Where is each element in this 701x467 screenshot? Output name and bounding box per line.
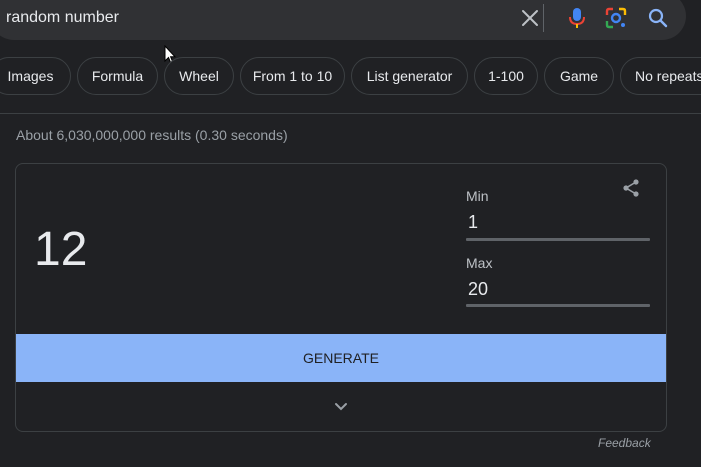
chip-formula[interactable]: Formula xyxy=(77,57,158,95)
divider xyxy=(0,113,701,114)
max-input[interactable]: 20 xyxy=(468,279,648,300)
search-divider xyxy=(543,4,544,32)
mic-icon[interactable] xyxy=(565,6,589,30)
min-underline xyxy=(466,238,650,241)
search-icon[interactable] xyxy=(646,6,670,30)
share-icon[interactable] xyxy=(619,176,643,200)
search-query[interactable]: random number xyxy=(6,9,119,27)
max-underline xyxy=(466,304,650,307)
search-bar[interactable]: random number xyxy=(0,0,686,40)
chip-wheel[interactable]: Wheel xyxy=(164,57,234,95)
min-input[interactable]: 1 xyxy=(468,212,648,233)
chip-images[interactable]: Images xyxy=(0,57,71,95)
clear-icon[interactable] xyxy=(518,6,542,30)
chip-from-1-to-10[interactable]: From 1 to 10 xyxy=(240,57,345,95)
chips-row: Images Formula Wheel From 1 to 10 List g… xyxy=(0,57,701,97)
chevron-down-icon[interactable] xyxy=(328,396,354,418)
lens-icon[interactable] xyxy=(604,6,628,30)
generate-button[interactable]: GENERATE xyxy=(16,334,666,382)
max-label: Max xyxy=(466,255,493,271)
chip-1-100[interactable]: 1-100 xyxy=(474,57,538,95)
random-number-widget: 12 Min 1 Max 20 GENERATE xyxy=(15,163,667,432)
random-result: 12 xyxy=(34,223,88,276)
chip-list-generator[interactable]: List generator xyxy=(351,57,468,95)
results-stats: About 6,030,000,000 results (0.30 second… xyxy=(16,127,288,143)
min-label: Min xyxy=(466,188,489,204)
chip-no-repeats[interactable]: No repeats xyxy=(620,57,701,95)
feedback-link[interactable]: Feedback xyxy=(598,436,651,450)
chip-game[interactable]: Game xyxy=(544,57,614,95)
